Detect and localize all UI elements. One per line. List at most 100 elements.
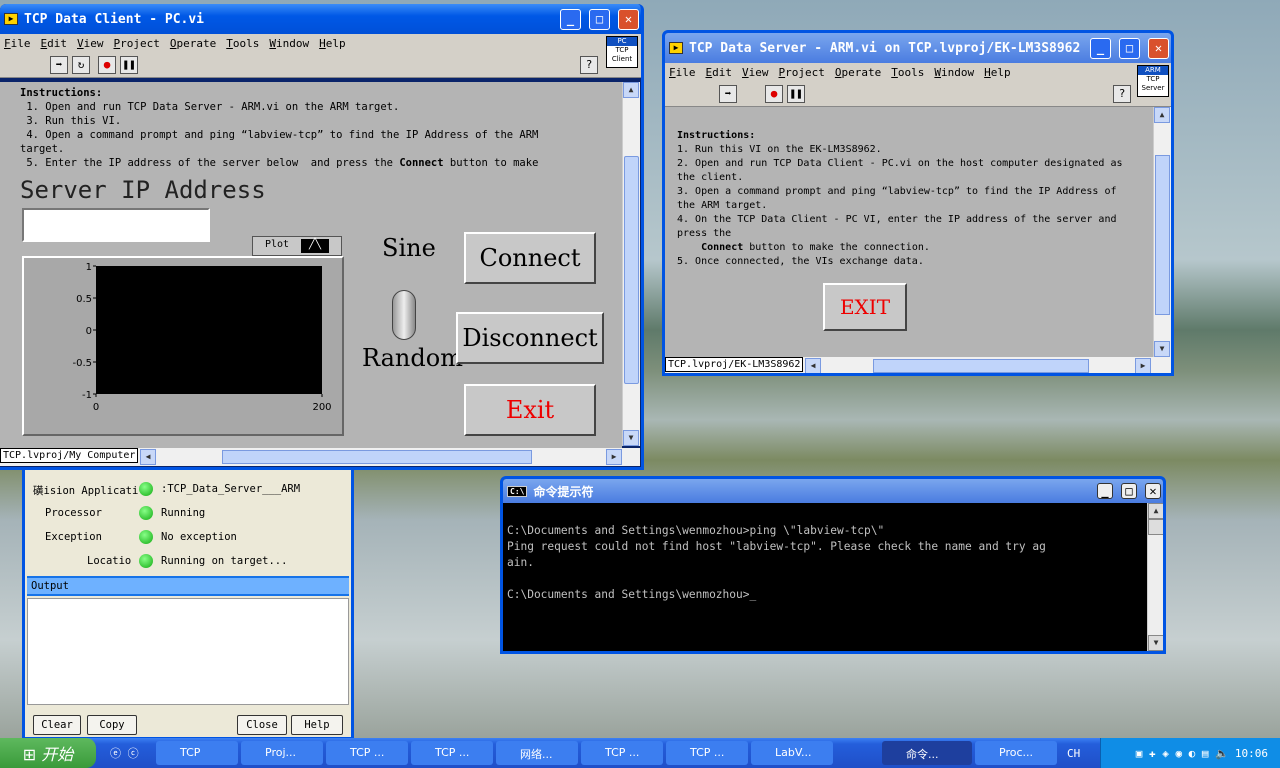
menu-edit[interactable]: Edit: [706, 66, 733, 79]
taskbar-item[interactable]: Proc...: [975, 741, 1057, 765]
menu-window[interactable]: Window: [934, 66, 974, 79]
row-value: :TCP_Data_Server___ARM: [161, 483, 301, 495]
scroll-left-icon[interactable]: ◀: [140, 449, 156, 465]
start-button[interactable]: ⊞ 开始: [0, 738, 96, 768]
maximize-button[interactable]: □: [589, 8, 610, 30]
menu-file[interactable]: File: [669, 66, 696, 79]
scroll-thumb[interactable]: [624, 156, 639, 384]
waveform-chart: 1 0.5 0 -0.5 -1 0 200: [22, 256, 344, 436]
menu-operate[interactable]: Operate: [835, 66, 881, 79]
tray-icons[interactable]: ▣ ✚ ◈ ◉ ◐ ▤ 🔈: [1136, 747, 1229, 760]
run-continuously-icon[interactable]: ↻: [72, 56, 90, 74]
vi-icon-text: Client: [611, 55, 633, 63]
close-button[interactable]: ✕: [1148, 37, 1169, 59]
client-title-bar[interactable]: ▶ TCP Data Client - PC.vi _ □ ✕: [0, 4, 641, 34]
windows-logo-icon: ⊞: [22, 745, 42, 764]
menu-help[interactable]: Help: [319, 37, 346, 50]
menu-view[interactable]: View: [77, 37, 104, 50]
instruction-line: 4. Open a command prompt and ping “labvi…: [20, 129, 539, 155]
output-textarea[interactable]: [27, 598, 349, 705]
help-icon[interactable]: ?: [580, 56, 598, 74]
menu-operate[interactable]: Operate: [170, 37, 216, 50]
scroll-right-icon[interactable]: ▶: [1135, 358, 1151, 373]
scroll-up-icon[interactable]: ▲: [623, 82, 639, 98]
close-button[interactable]: ✕: [618, 8, 639, 30]
scroll-down-icon[interactable]: ▼: [1148, 635, 1163, 651]
sine-random-toggle[interactable]: [392, 290, 416, 340]
run-icon[interactable]: ➡: [50, 56, 68, 74]
vertical-scrollbar[interactable]: ▲ ▼: [1147, 503, 1163, 651]
vi-icon-text: TCP: [1146, 75, 1160, 83]
cmd-title-bar[interactable]: C:\ 命令提示符 _ □ ✕: [503, 479, 1163, 503]
menu-tools[interactable]: Tools: [226, 37, 259, 50]
menu-tools[interactable]: Tools: [891, 66, 924, 79]
scroll-down-icon[interactable]: ▼: [1154, 341, 1170, 357]
scroll-down-icon[interactable]: ▼: [623, 430, 639, 446]
minimize-button[interactable]: _: [1097, 483, 1113, 499]
scroll-thumb[interactable]: [1148, 519, 1163, 535]
menu-help[interactable]: Help: [984, 66, 1011, 79]
pause-icon[interactable]: ❚❚: [787, 85, 805, 103]
help-icon[interactable]: ?: [1113, 85, 1131, 103]
maximize-button[interactable]: □: [1119, 37, 1140, 59]
exit-button[interactable]: Exit: [464, 384, 596, 436]
server-title-bar[interactable]: ▶ TCP Data Server - ARM.vi on TCP.lvproj…: [665, 33, 1171, 63]
minimize-button[interactable]: _: [560, 8, 581, 30]
copy-button[interactable]: Copy: [87, 715, 137, 735]
maximize-button[interactable]: □: [1121, 483, 1137, 499]
status-bar: TCP.lvproj/My Computer ◀ ▶: [0, 448, 640, 466]
menu-project[interactable]: Project: [779, 66, 825, 79]
help-button[interactable]: Help: [291, 715, 343, 735]
exit-button[interactable]: EXIT: [823, 283, 907, 331]
disconnect-button[interactable]: Disconnect: [456, 312, 604, 364]
led-icon: [139, 554, 153, 568]
client-vi-window: ▶ TCP Data Client - PC.vi _ □ ✕ File Edit Vi…: [0, 4, 644, 470]
console-line: C:\Documents and Settings\wenmozhou>_: [507, 588, 757, 601]
vertical-scrollbar[interactable]: ▲ ▼: [622, 82, 640, 446]
menu-view[interactable]: View: [742, 66, 769, 79]
quick-launch-ie-icon[interactable]: ⓔ ⓒ: [110, 745, 156, 761]
taskbar-item[interactable]: 网络...: [496, 741, 578, 765]
row-label: Exception: [45, 531, 102, 543]
taskbar-item[interactable]: LabV...: [751, 741, 833, 765]
run-icon[interactable]: ➡: [719, 85, 737, 103]
row-value: Running on target...: [161, 555, 288, 567]
abort-icon[interactable]: ●: [98, 56, 116, 74]
hscroll-thumb[interactable]: [222, 450, 532, 464]
hscroll-thumb[interactable]: [873, 359, 1089, 373]
menu-edit[interactable]: Edit: [41, 37, 68, 50]
menu-project[interactable]: Project: [114, 37, 160, 50]
pause-icon[interactable]: ❚❚: [120, 56, 138, 74]
console-output[interactable]: ​C:\Documents and Settings\wenmozhou>pin…: [507, 507, 1147, 603]
instructions-heading: Instructions:: [677, 130, 756, 141]
taskbar-item[interactable]: TCP: [156, 741, 238, 765]
toolbar: ➡ ● ❚❚ ? ARM TCP Server: [665, 65, 1171, 107]
scroll-right-icon[interactable]: ▶: [606, 449, 622, 465]
close-button[interactable]: ✕: [1145, 483, 1161, 499]
taskbar-item[interactable]: TCP ...: [411, 741, 493, 765]
output-header: Output: [27, 576, 349, 596]
menu-window[interactable]: Window: [269, 37, 309, 50]
start-label: 开始: [41, 745, 74, 764]
connect-button[interactable]: Connect: [464, 232, 596, 284]
scroll-thumb[interactable]: [1155, 155, 1170, 315]
taskbar-item[interactable]: TCP ...: [581, 741, 663, 765]
taskbar-item[interactable]: TCP ...: [326, 741, 408, 765]
plot-legend[interactable]: Plot ╱╲: [252, 236, 342, 256]
x-tick-label: 0: [93, 402, 99, 413]
language-indicator[interactable]: CH: [1067, 747, 1080, 760]
scroll-up-icon[interactable]: ▲: [1154, 107, 1170, 123]
status-bar: TCP.lvproj/EK-LM3S8962 ◀ ▶: [665, 357, 1171, 373]
minimize-button[interactable]: _: [1090, 37, 1111, 59]
taskbar-item[interactable]: 命令...: [882, 741, 972, 765]
abort-icon[interactable]: ●: [765, 85, 783, 103]
menu-file[interactable]: File: [4, 37, 31, 50]
server-ip-input[interactable]: [22, 208, 210, 242]
scroll-left-icon[interactable]: ◀: [805, 358, 821, 373]
close-button[interactable]: Close: [237, 715, 287, 735]
vertical-scrollbar[interactable]: ▲ ▼: [1153, 107, 1171, 357]
taskbar-item[interactable]: TCP ...: [666, 741, 748, 765]
taskbar-item[interactable]: Proj...: [241, 741, 323, 765]
scroll-up-icon[interactable]: ▲: [1148, 503, 1163, 519]
clear-button[interactable]: Clear: [33, 715, 81, 735]
